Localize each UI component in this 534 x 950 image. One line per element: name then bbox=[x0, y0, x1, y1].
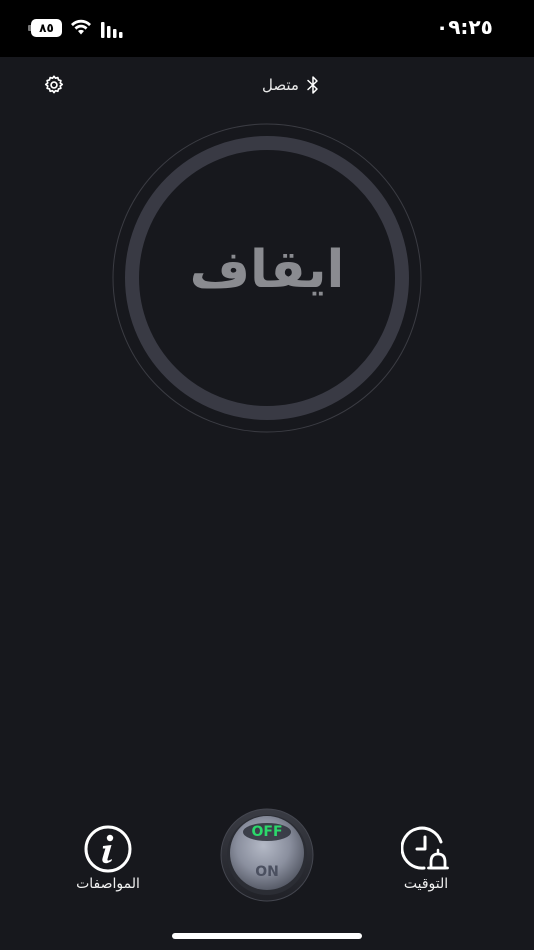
status-time: ٠٩:٢٥ bbox=[436, 15, 493, 39]
specs-label: المواصفات bbox=[76, 876, 140, 892]
gear-icon[interactable] bbox=[43, 74, 65, 96]
battery-level: ٨٥ bbox=[31, 19, 62, 37]
timer-button[interactable]: التوقيت bbox=[386, 824, 466, 892]
power-knob bbox=[220, 808, 314, 902]
info-icon bbox=[84, 825, 132, 873]
timer-label: التوقيت bbox=[403, 876, 449, 892]
specs-button[interactable]: المواصفات bbox=[68, 824, 148, 892]
status-bar: ٨٥ ٠٩:٢٥ bbox=[0, 0, 534, 57]
power-toggle-button[interactable]: OFF ON bbox=[220, 808, 314, 902]
cellular-signal-icon bbox=[101, 22, 123, 38]
battery-icon: ٨٥ bbox=[28, 19, 62, 37]
state-label: ايقاف bbox=[189, 240, 345, 300]
home-indicator[interactable] bbox=[172, 933, 362, 939]
power-off-label: OFF bbox=[251, 824, 283, 840]
bluetooth-icon bbox=[307, 76, 318, 94]
clock-alarm-icon bbox=[401, 826, 449, 870]
connection-status: متصل bbox=[250, 74, 330, 98]
connection-label: متصل bbox=[262, 76, 299, 94]
power-on-label: ON bbox=[255, 864, 279, 880]
wifi-icon bbox=[71, 19, 91, 35]
